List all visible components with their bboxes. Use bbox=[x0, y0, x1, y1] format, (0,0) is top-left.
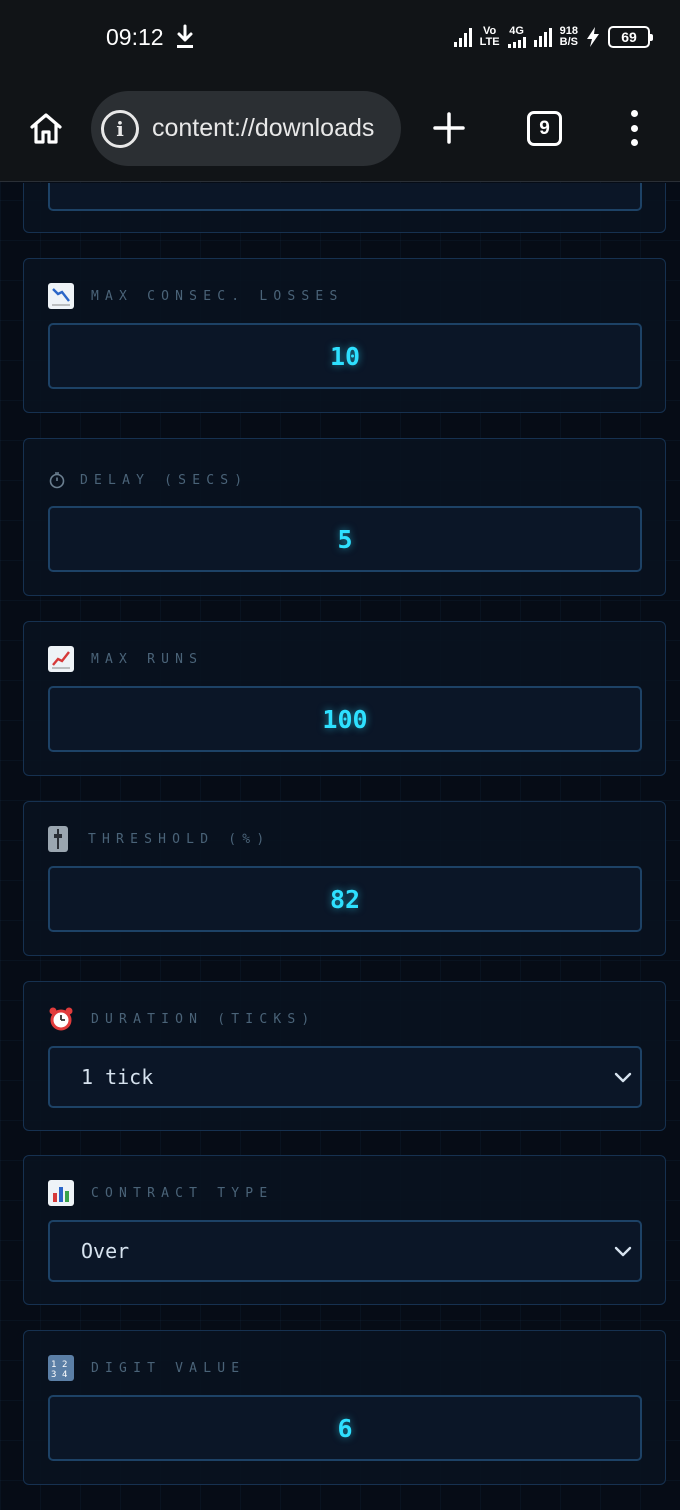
label-text: MAX RUNS bbox=[91, 651, 204, 667]
input-numbers-icon: 1 2 3 4 bbox=[48, 1355, 74, 1381]
status-icons: Vo LTE 4G 918 B/S 69 bbox=[453, 22, 653, 52]
level-slider-icon bbox=[48, 826, 68, 852]
contract-type-select[interactable]: Over bbox=[48, 1220, 642, 1282]
signal-icon bbox=[453, 27, 472, 47]
battery-icon: 69 bbox=[608, 26, 653, 48]
card-label: MAX CONSEC. LOSSES bbox=[48, 283, 343, 309]
svg-text:3: 3 bbox=[51, 1370, 56, 1379]
value-text: 100 bbox=[322, 704, 368, 734]
digit-value-input[interactable]: 6 bbox=[48, 1395, 642, 1461]
volte-bottom: LTE bbox=[479, 36, 500, 48]
label-text: THRESHOLD (%) bbox=[88, 831, 271, 847]
chevron-down-icon bbox=[614, 1072, 632, 1083]
battery-level: 69 bbox=[621, 29, 637, 45]
value-text: 10 bbox=[329, 341, 361, 371]
page-content: 30 MAX CONSEC. LOSSES 10 bbox=[0, 183, 680, 1510]
browser-toolbar: i content://downloads 9 bbox=[0, 78, 680, 182]
duration-select[interactable]: 1 tick bbox=[48, 1046, 642, 1108]
more-menu-icon[interactable] bbox=[627, 110, 641, 146]
setting-card-max-consec-losses: MAX CONSEC. LOSSES 10 bbox=[23, 258, 666, 413]
tab-switcher-button[interactable]: 9 bbox=[527, 111, 562, 146]
threshold-input[interactable]: 82 bbox=[48, 866, 642, 932]
alarm-clock-icon bbox=[48, 1006, 74, 1032]
tab-count: 9 bbox=[539, 117, 550, 139]
svg-text:1: 1 bbox=[51, 1360, 56, 1370]
info-icon[interactable]: i bbox=[101, 109, 139, 148]
value-field[interactable]: 30 bbox=[48, 183, 642, 211]
card-label: CONTRACT TYPE bbox=[48, 1180, 273, 1206]
selected-value: Over bbox=[81, 1239, 130, 1263]
stopwatch-icon bbox=[48, 471, 66, 489]
label-text: DIGIT VALUE bbox=[91, 1360, 246, 1376]
card-label: 1 2 3 4 DIGIT VALUE bbox=[48, 1355, 245, 1381]
new-tab-icon[interactable] bbox=[431, 110, 467, 146]
bar-chart-icon bbox=[48, 1180, 74, 1206]
network-type: 4G bbox=[509, 25, 524, 37]
address-bar[interactable]: i content://downloads bbox=[91, 91, 401, 166]
setting-card-max-runs: MAX RUNS 100 bbox=[23, 621, 666, 776]
delay-input[interactable]: 5 bbox=[48, 506, 642, 572]
max-runs-input[interactable]: 100 bbox=[48, 686, 642, 752]
volte-indicator: Vo LTE bbox=[480, 26, 500, 48]
setting-card-contract-type: CONTRACT TYPE Over bbox=[23, 1155, 666, 1305]
selected-value: 1 tick bbox=[81, 1065, 154, 1089]
setting-card-delay: DELAY (SECS) 5 bbox=[23, 438, 666, 596]
label-text: DURATION (TICKS) bbox=[91, 1011, 316, 1027]
signal-icon-2 bbox=[507, 37, 526, 48]
label-text: MAX CONSEC. LOSSES bbox=[91, 288, 344, 304]
chevron-down-icon bbox=[614, 1246, 632, 1257]
value-text: 82 bbox=[329, 884, 361, 914]
value-text: 5 bbox=[337, 524, 353, 554]
home-icon[interactable] bbox=[28, 110, 64, 146]
setting-card-digit-value: 1 2 3 4 DIGIT VALUE 6 bbox=[23, 1330, 666, 1485]
network-4g-indicator: 4G bbox=[507, 25, 526, 48]
charging-icon bbox=[587, 27, 599, 47]
setting-card-partial: 30 bbox=[23, 183, 666, 233]
speed-unit: B/S bbox=[559, 36, 578, 48]
setting-card-duration: DURATION (TICKS) 1 tick bbox=[23, 981, 666, 1131]
svg-text:4: 4 bbox=[62, 1370, 67, 1379]
card-label: MAX RUNS bbox=[48, 646, 203, 672]
card-label: DELAY (SECS) bbox=[48, 467, 248, 493]
max-consec-losses-input[interactable]: 10 bbox=[48, 323, 642, 389]
download-icon bbox=[177, 24, 193, 48]
url-text[interactable]: content://downloads bbox=[152, 114, 374, 143]
clock: 09:12 bbox=[106, 24, 164, 50]
chart-increasing-icon bbox=[48, 646, 74, 672]
label-text: CONTRACT TYPE bbox=[91, 1185, 274, 1201]
value-text: 6 bbox=[337, 1413, 353, 1443]
svg-text:2: 2 bbox=[62, 1360, 67, 1370]
card-label: THRESHOLD (%) bbox=[48, 826, 270, 852]
signal-icon-3 bbox=[533, 27, 552, 47]
setting-card-threshold: THRESHOLD (%) 82 bbox=[23, 801, 666, 956]
status-bar: 09:12 Vo LTE 4G 918 B/S 69 bbox=[0, 0, 680, 78]
card-label: DURATION (TICKS) bbox=[48, 1006, 315, 1032]
network-speed: 918 B/S bbox=[560, 26, 578, 48]
chart-decreasing-icon bbox=[48, 283, 74, 309]
label-text: DELAY (SECS) bbox=[80, 472, 249, 488]
